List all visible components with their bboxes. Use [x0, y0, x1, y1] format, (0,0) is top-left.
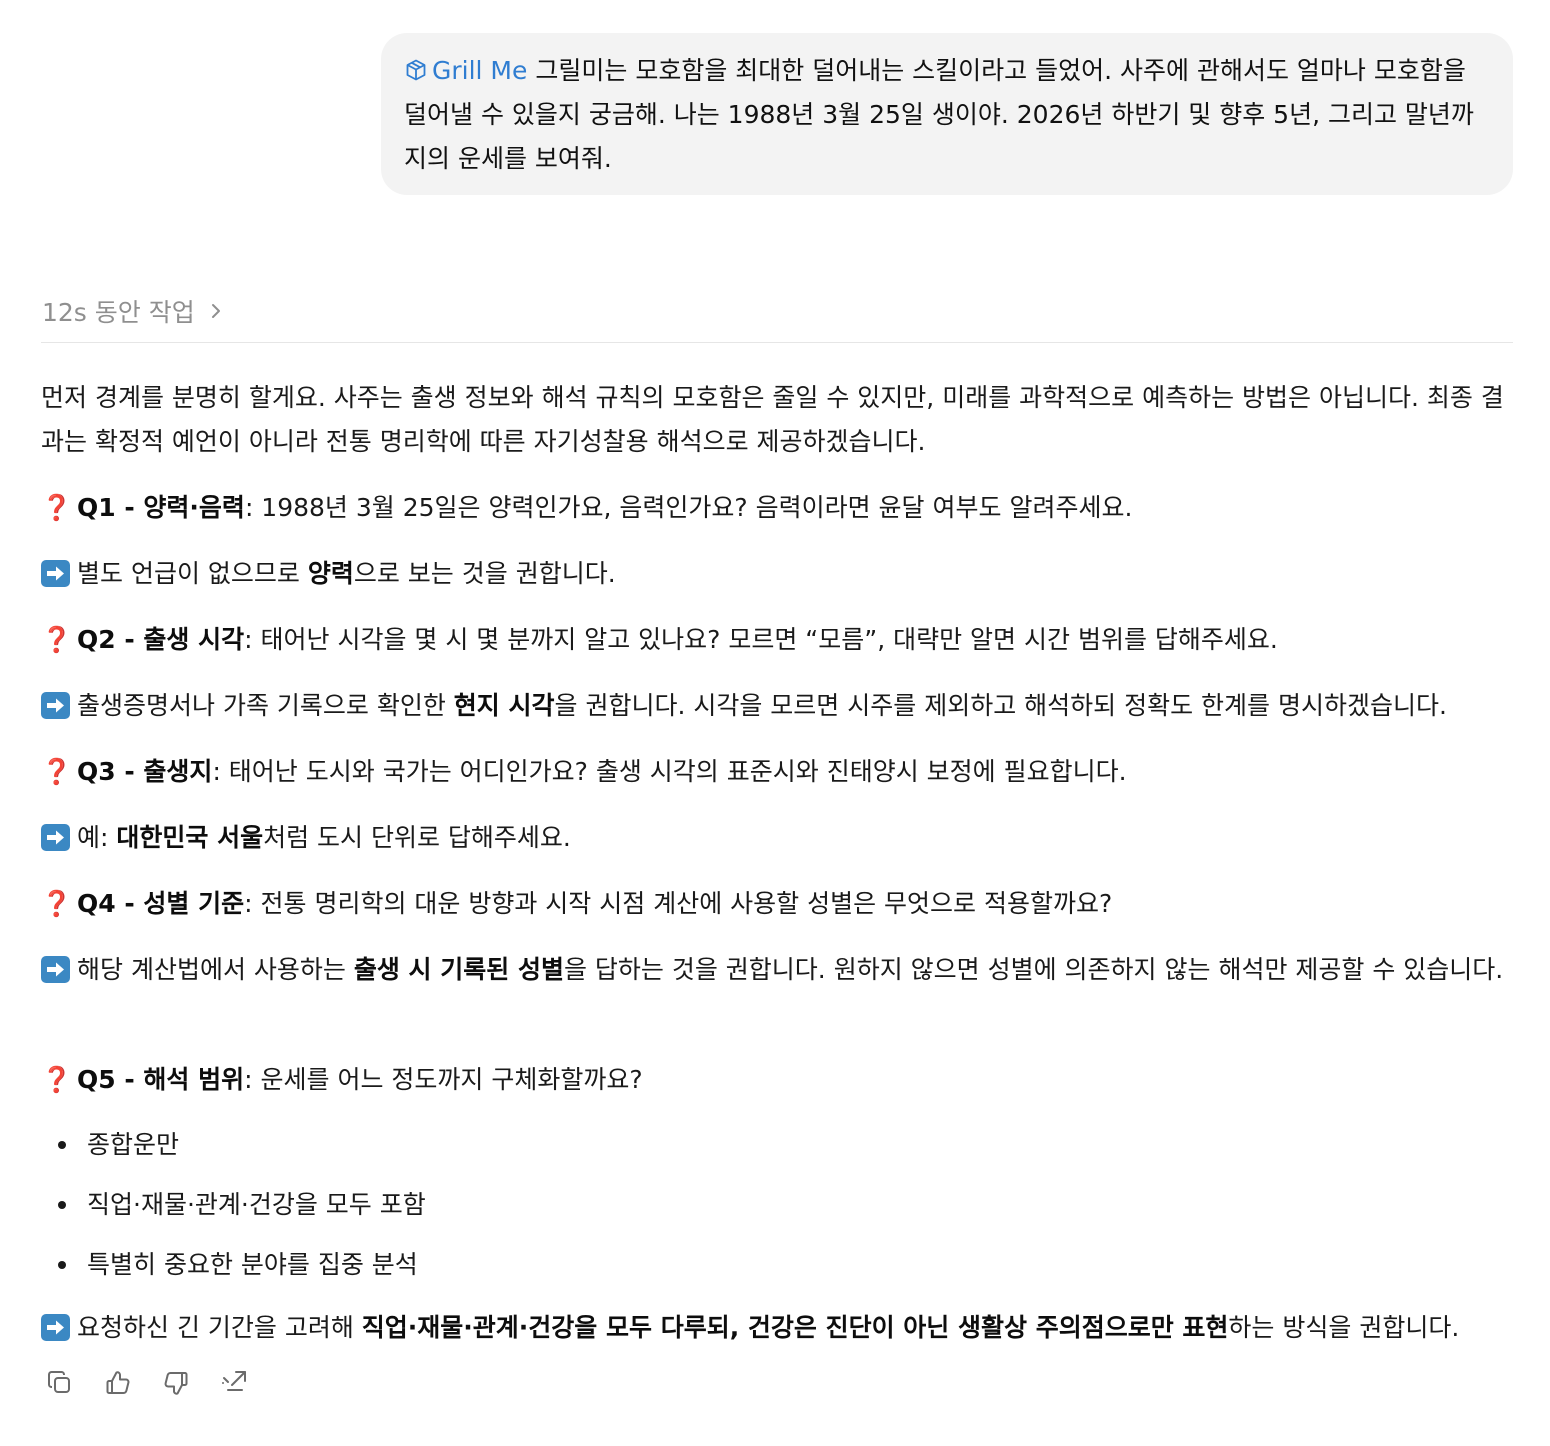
- question-2-text: : 태어난 시각을 몇 시 몇 분까지 알고 있나요? 모르면 “모름”, 대략…: [244, 625, 1278, 654]
- question-mark-icon: ❓: [41, 625, 73, 654]
- answer-5: 요청하신 긴 기간을 고려해 직업·재물·관계·건강을 모두 다루되, 건강은 …: [41, 1306, 1513, 1350]
- question-5-text: : 운세를 어느 정도까지 구체화할까요?: [244, 1065, 643, 1094]
- question-1-title: Q1 - 양력·음력: [77, 493, 245, 522]
- user-message-bubble: Grill Me 그릴미는 모호함을 최대한 덜어내는 스킬이라고 들었어. 사주…: [381, 33, 1513, 195]
- answer-2: 출생증명서나 가족 기록으로 확인한 현지 시각을 권합니다. 시각을 모르면 …: [41, 684, 1513, 728]
- list-item: 직업·재물·관계·건강을 모두 포함: [41, 1183, 1513, 1243]
- right-arrow-icon: [41, 1314, 70, 1341]
- thumbs-down-icon: [164, 1372, 188, 1395]
- question-3: ❓ Q3 - 출생지: 태어난 도시와 국가는 어디인가요? 출생 시각의 표준시…: [41, 750, 1513, 794]
- answer-1-bold: 양력: [307, 559, 354, 588]
- answer-4-bold: 출생 시 기록된 성별: [353, 955, 564, 984]
- answer-3-pre: 예:: [77, 823, 117, 852]
- user-message-text: 그릴미는 모호함을 최대한 덜어내는 스킬이라고 들었어. 사주에 관해서도 얼…: [404, 56, 1474, 173]
- question-1-text: : 1988년 3월 25일은 양력인가요, 음력인가요? 음력이라면 윤달 여…: [244, 493, 1133, 522]
- options-list: 종합운만 직업·재물·관계·건강을 모두 포함 특별히 중요한 분야를 집중 분…: [41, 1123, 1513, 1303]
- answer-2-pre: 출생증명서나 가족 기록으로 확인한: [77, 691, 454, 720]
- share-button[interactable]: [218, 1366, 276, 1400]
- question-mark-icon: ❓: [41, 757, 73, 786]
- question-2: ❓ Q2 - 출생 시각: 태어난 시각을 몇 시 몇 분까지 알고 있나요? 모…: [41, 618, 1513, 662]
- right-arrow-icon: [41, 824, 70, 851]
- answer-1: 별도 언급이 없으므로 양력으로 보는 것을 권합니다.: [41, 552, 1513, 596]
- right-arrow-icon: [41, 560, 70, 587]
- question-3-title: Q3 - 출생지: [77, 757, 213, 786]
- question-mark-icon: ❓: [41, 1065, 73, 1094]
- question-4-text: : 전통 명리학의 대운 방향과 시작 시점 계산에 사용할 성별은 무엇으로 …: [244, 889, 1113, 918]
- right-arrow-icon: [41, 956, 70, 983]
- answer-2-bold: 현지 시각: [453, 691, 555, 720]
- thumbs-down-button[interactable]: [160, 1366, 218, 1400]
- divider: [41, 342, 1513, 343]
- answer-1-post: 으로 보는 것을 권합니다.: [353, 559, 616, 588]
- answer-5-bold: 직업·재물·관계·건강을 모두 다루되, 건강은 진단이 아닌 생활상 주의점으…: [361, 1313, 1229, 1342]
- answer-4: 해당 계산법에서 사용하는 출생 시 기록된 성별을 답하는 것을 권합니다. …: [41, 948, 1513, 992]
- question-4-title: Q4 - 성별 기준: [77, 889, 245, 918]
- answer-3: 예: 대한민국 서울처럼 도시 단위로 답해주세요.: [41, 816, 1513, 860]
- question-2-title: Q2 - 출생 시각: [77, 625, 245, 654]
- right-arrow-icon: [41, 692, 70, 719]
- thumbs-up-button[interactable]: [102, 1366, 160, 1400]
- question-mark-icon: ❓: [41, 889, 73, 918]
- skill-chip[interactable]: Grill Me: [404, 56, 535, 85]
- question-mark-icon: ❓: [41, 493, 73, 522]
- answer-4-post: 을 답하는 것을 권합니다. 원하지 않으면 성별에 의존하지 않는 해석만 제…: [563, 955, 1504, 984]
- thinking-label: 12s 동안 작업: [42, 298, 195, 327]
- list-item: 종합운만: [41, 1123, 1513, 1183]
- thumbs-up-icon: [106, 1371, 130, 1394]
- question-4: ❓ Q4 - 성별 기준: 전통 명리학의 대운 방향과 시작 시점 계산에 사용…: [41, 882, 1513, 926]
- thinking-toggle[interactable]: 12s 동안 작업: [42, 290, 223, 332]
- answer-4-pre: 해당 계산법에서 사용하는: [77, 955, 354, 984]
- question-5-title: Q5 - 해석 범위: [77, 1065, 245, 1094]
- answer-3-bold: 대한민국 서울: [116, 823, 264, 852]
- share-icon: [222, 1371, 246, 1391]
- question-3-text: : 태어난 도시와 국가는 어디인가요? 출생 시각의 표준시와 진태양시 보정…: [212, 757, 1127, 786]
- answer-2-post: 을 권합니다. 시각을 모르면 시주를 제외하고 해석하되 정확도 한계를 명시…: [554, 691, 1447, 720]
- copy-icon: [48, 1371, 70, 1393]
- copy-button[interactable]: [44, 1366, 102, 1400]
- list-item: 특별히 중요한 분야를 집중 분석: [41, 1243, 1513, 1303]
- intro-paragraph: 먼저 경계를 분명히 할게요. 사주는 출생 정보와 해석 규칙의 모호함은 줄…: [41, 383, 1504, 456]
- cube-icon: [406, 59, 426, 81]
- skill-chip-label: Grill Me: [432, 56, 528, 85]
- answer-1-pre: 별도 언급이 없으므로: [77, 559, 308, 588]
- question-5: ❓ Q5 - 해석 범위: 운세를 어느 정도까지 구체화할까요?: [41, 1058, 1513, 1102]
- question-1: ❓ Q1 - 양력·음력: 1988년 3월 25일은 양력인가요, 음력인가요?…: [41, 486, 1513, 530]
- answer-3-post: 처럼 도시 단위로 답해주세요.: [263, 823, 571, 852]
- answer-5-pre: 요청하신 긴 기간을 고려해: [77, 1313, 362, 1342]
- answer-5-post: 하는 방식을 권합니다.: [1228, 1313, 1460, 1342]
- message-actions: [44, 1366, 276, 1400]
- chevron-right-icon: [209, 301, 223, 321]
